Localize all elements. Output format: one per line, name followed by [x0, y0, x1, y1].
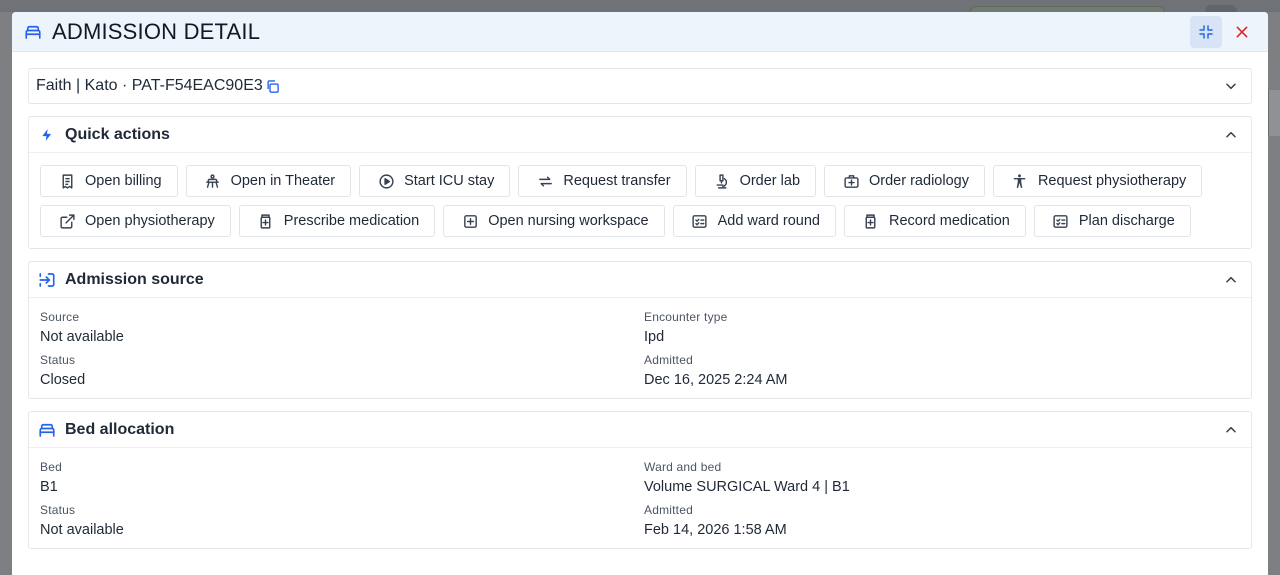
checklist-icon	[691, 212, 709, 230]
status-field: Status Closed	[40, 353, 644, 388]
bed-allocation-header[interactable]: Bed allocation	[29, 412, 1251, 448]
field-label: Bed	[40, 460, 62, 474]
order-lab-button[interactable]: Order lab	[694, 165, 817, 197]
field-value: Not available	[40, 522, 124, 538]
collapse-dialog-button[interactable]	[1190, 15, 1222, 48]
encounter-type-field: Encounter type Ipd	[644, 310, 1240, 345]
close-dialog-button[interactable]	[1226, 16, 1258, 48]
plan-discharge-button[interactable]: Plan discharge	[1033, 205, 1191, 237]
background-button	[1205, 5, 1237, 12]
quick-actions-card: Quick actions Open billing Open in Theat…	[28, 116, 1252, 249]
field-label: Status	[40, 503, 76, 517]
field-label: Source	[40, 310, 80, 324]
admission-detail-dialog: ADMISSION DETAIL Faith | Kato · PAT-F54E…	[12, 12, 1268, 575]
close-icon	[1236, 26, 1248, 37]
bed-allocation-title: Bed allocation	[65, 420, 175, 438]
medical-kit-icon	[842, 172, 860, 190]
field-label: Status	[40, 353, 76, 367]
dialog-header: ADMISSION DETAIL	[12, 12, 1268, 52]
admitted-field: Admitted Dec 16, 2025 2:24 AM	[644, 353, 1240, 388]
add-ward-round-label: Add ward round	[717, 213, 820, 229]
open-in-theater-label: Open in Theater	[230, 173, 336, 189]
admission-source-header[interactable]: Admission source	[29, 262, 1251, 298]
person-icon	[1011, 172, 1029, 190]
open-in-theater-button[interactable]: Open in Theater	[185, 165, 352, 197]
quick-actions-title: Quick actions	[65, 125, 170, 143]
status-field: Status Not available	[40, 503, 644, 538]
copy-icon[interactable]	[265, 78, 281, 94]
request-transfer-button[interactable]: Request transfer	[518, 165, 687, 197]
admission-source-title: Admission source	[65, 270, 204, 288]
field-label: Ward and bed	[644, 460, 722, 474]
source-field: Source Not available	[40, 310, 644, 345]
request-physiotherapy-label: Request physiotherapy	[1037, 173, 1187, 189]
field-value: Not available	[40, 329, 124, 345]
field-label: Admitted	[644, 503, 693, 517]
record-medication-button[interactable]: Record medication	[843, 205, 1026, 237]
open-billing-button[interactable]: Open billing	[40, 165, 178, 197]
open-physiotherapy-label: Open physiotherapy	[85, 213, 215, 229]
receipt-icon	[58, 172, 76, 190]
dialog-title: ADMISSION DETAIL	[52, 18, 261, 44]
open-nursing-workspace-label: Open nursing workspace	[488, 213, 649, 229]
plus-box-icon	[461, 212, 479, 230]
field-value: Volume SURGICAL Ward 4 | B1	[644, 479, 850, 495]
admission-source-card: Admission source Source Not available En…	[28, 261, 1252, 399]
microscope-icon	[713, 172, 731, 190]
bed-allocation-fields: Bed B1 Ward and bed Volume SURGICAL Ward…	[29, 448, 1251, 548]
external-link-icon	[58, 212, 76, 230]
checklist-icon	[1052, 212, 1070, 230]
field-value: Feb 14, 2026 1:58 AM	[644, 522, 787, 538]
field-label: Encounter type	[644, 310, 728, 324]
surgery-icon	[204, 172, 222, 190]
bolt-icon	[37, 125, 57, 145]
field-value: Closed	[40, 372, 86, 388]
medication-icon	[257, 212, 275, 230]
patient-header[interactable]: Faith | Kato · PAT-F54EAC90E3	[29, 69, 1251, 103]
collapse-icon	[1199, 24, 1213, 39]
open-billing-label: Open billing	[85, 173, 162, 189]
chevron-up-icon[interactable]	[1223, 127, 1239, 143]
admission-source-fields: Source Not available Encounter type Ipd …	[29, 298, 1251, 398]
field-value: B1	[40, 479, 58, 495]
chevron-up-icon[interactable]	[1223, 272, 1239, 288]
request-transfer-label: Request transfer	[563, 173, 671, 189]
background-panel-edge	[1268, 90, 1280, 136]
start-icu-stay-label: Start ICU stay	[404, 173, 495, 189]
open-physiotherapy-button[interactable]: Open physiotherapy	[40, 205, 231, 237]
open-nursing-workspace-button[interactable]: Open nursing workspace	[443, 205, 665, 237]
start-icu-stay-button[interactable]: Start ICU stay	[359, 165, 511, 197]
bed-icon	[24, 23, 42, 41]
prescribe-medication-button[interactable]: Prescribe medication	[238, 205, 436, 237]
ward-and-bed-field: Ward and bed Volume SURGICAL Ward 4 | B1	[644, 460, 1240, 495]
bed-field: Bed B1	[40, 460, 644, 495]
chevron-down-icon[interactable]	[1223, 78, 1239, 94]
field-value: Dec 16, 2025 2:24 AM	[644, 372, 788, 388]
medication-icon	[862, 212, 880, 230]
login-icon	[37, 270, 57, 290]
bed-allocation-card: Bed allocation Bed B1 Ward and bed Volum…	[28, 411, 1252, 549]
bed-icon	[37, 420, 57, 440]
swap-icon	[536, 172, 554, 190]
patient-summary: Faith | Kato · PAT-F54EAC90E3	[36, 77, 263, 94]
order-radiology-label: Order radiology	[869, 173, 969, 189]
chevron-up-icon[interactable]	[1223, 422, 1239, 438]
quick-actions-list: Open billing Open in Theater Start ICU s…	[29, 153, 1251, 248]
prescribe-medication-label: Prescribe medication	[283, 213, 420, 229]
record-medication-label: Record medication	[888, 213, 1010, 229]
patient-card: Faith | Kato · PAT-F54EAC90E3	[28, 68, 1252, 104]
admitted-field: Admitted Feb 14, 2026 1:58 AM	[644, 503, 1240, 538]
field-label: Admitted	[644, 353, 693, 367]
play-circle-icon	[377, 172, 395, 190]
dialog-body: Faith | Kato · PAT-F54EAC90E3 Quick acti…	[12, 52, 1268, 549]
add-ward-round-button[interactable]: Add ward round	[672, 205, 836, 237]
order-radiology-button[interactable]: Order radiology	[824, 165, 985, 197]
plan-discharge-label: Plan discharge	[1078, 213, 1175, 229]
order-lab-label: Order lab	[739, 173, 801, 189]
request-physiotherapy-button[interactable]: Request physiotherapy	[992, 165, 1203, 197]
quick-actions-header[interactable]: Quick actions	[29, 117, 1251, 153]
field-value: Ipd	[644, 329, 665, 345]
